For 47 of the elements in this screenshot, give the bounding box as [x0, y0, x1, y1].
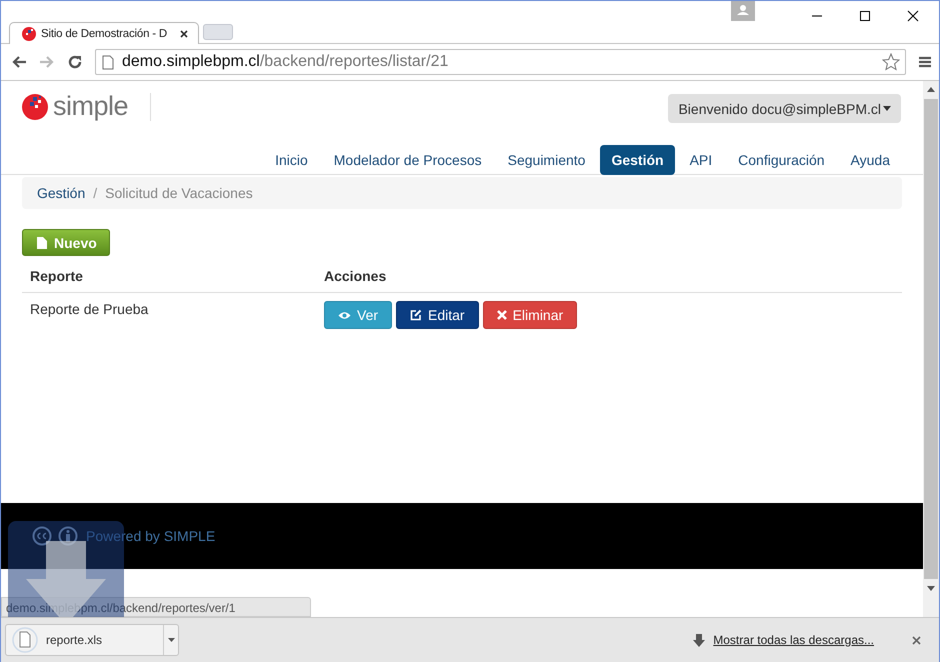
maximize-icon[interactable]	[859, 10, 871, 22]
star-icon[interactable]	[882, 53, 900, 71]
close-icon	[496, 310, 507, 320]
browser-tab[interactable]: Sitio de Demostración - D	[9, 22, 199, 44]
tab-title: Sitio de Demostración - D	[41, 28, 168, 40]
brand-name: simple	[53, 91, 128, 122]
download-item[interactable]: reporte.xls	[5, 624, 179, 656]
address-bar[interactable]: demo.simplebpm.cl/backend/reportes/listar/21	[95, 49, 906, 75]
show-all-downloads-link[interactable]: Mostrar todas las descargas...	[713, 633, 874, 647]
file-name: reporte.xls	[46, 633, 102, 647]
nav-tab[interactable]: Ayuda	[840, 145, 901, 175]
file-icon	[12, 627, 38, 653]
url-path: /backend/reportes/listar/21	[260, 53, 448, 70]
nav-tab[interactable]: Inicio	[264, 145, 319, 175]
caret-icon[interactable]	[168, 638, 174, 642]
menu-icon[interactable]	[918, 56, 932, 68]
download-icon	[693, 634, 706, 646]
column-header: Reporte	[30, 268, 83, 284]
cc-icon	[32, 526, 52, 546]
edit-button[interactable]: Editar	[396, 301, 479, 329]
nav-tab[interactable]: Configuración	[727, 145, 836, 175]
nav-tab[interactable]: Gestión	[600, 145, 675, 175]
eye-icon	[338, 310, 351, 320]
page-icon	[102, 54, 114, 70]
nav-tab[interactable]: Modelador de Procesos	[322, 145, 493, 175]
file-icon	[37, 236, 47, 248]
close-icon[interactable]	[907, 10, 919, 22]
nav-tab[interactable]: API	[678, 145, 724, 175]
nav-tab[interactable]: Seguimiento	[496, 145, 596, 175]
back-icon[interactable]	[11, 55, 27, 69]
caret-icon	[883, 106, 891, 111]
scrollbar[interactable]	[923, 81, 939, 617]
delete-button[interactable]: Eliminar	[482, 301, 578, 329]
scroll-up-icon[interactable]	[927, 87, 935, 92]
column-header: Acciones	[324, 268, 386, 284]
logo-icon	[22, 26, 36, 40]
breadcrumb-separator: /	[93, 185, 98, 201]
logo-icon	[21, 92, 49, 120]
table-cell: Reporte de Prueba	[30, 301, 148, 317]
breadcrumb-item: Solicitud de Vacaciones	[105, 185, 253, 201]
close-icon[interactable]	[180, 30, 188, 38]
reload-icon[interactable]	[67, 54, 83, 70]
url-host: demo.simplebpm.cl	[122, 53, 260, 70]
user-menu-button[interactable]: Bienvenido docu@simpleBPM.cl	[668, 94, 901, 123]
breadcrumb-item[interactable]: Gestión	[37, 185, 86, 201]
edit-icon	[410, 309, 422, 321]
scroll-down-icon[interactable]	[927, 586, 935, 591]
